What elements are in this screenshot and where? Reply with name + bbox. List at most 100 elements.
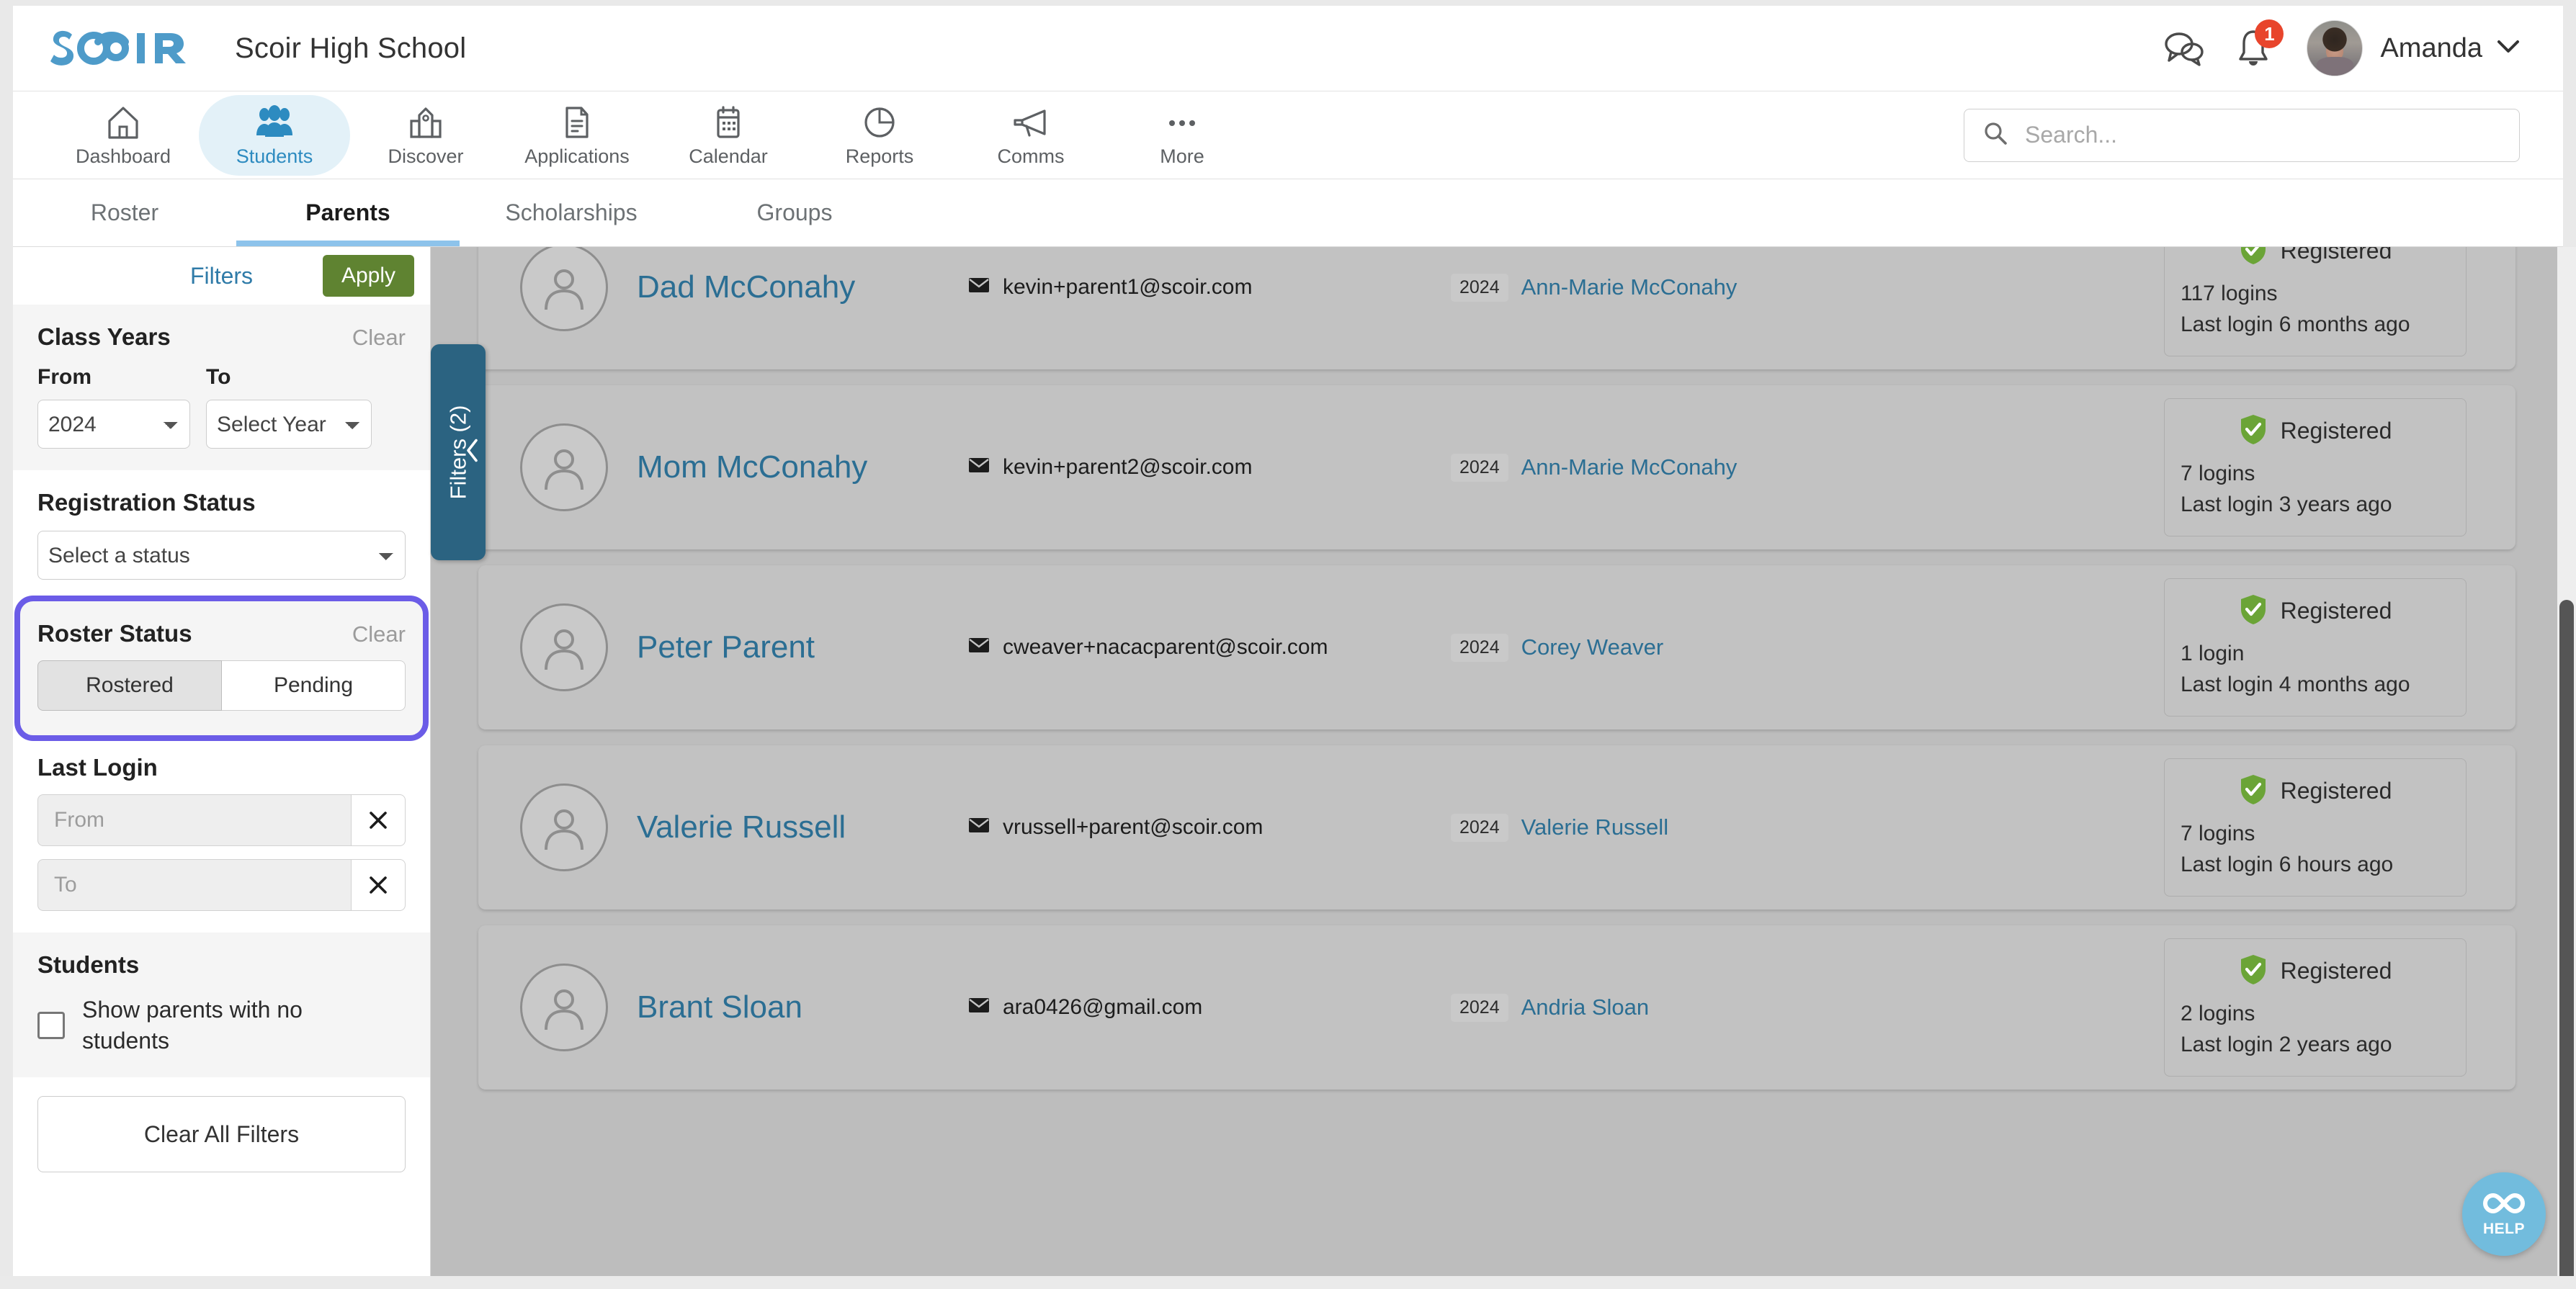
- tab-parents[interactable]: Parents: [236, 179, 460, 246]
- nav-item-applications[interactable]: Applications: [501, 95, 653, 176]
- scoir-logo[interactable]: [50, 27, 200, 69]
- vertical-scrollbar-thumb[interactable]: [2559, 600, 2574, 1289]
- parent-card[interactable]: Brant Sloan ara0426@gmail.com 2024 Andri…: [478, 925, 2515, 1090]
- last-login-to-input[interactable]: [37, 859, 351, 911]
- parent-name-link[interactable]: Dad McConahy: [637, 269, 939, 305]
- school-name: Scoir High School: [235, 32, 467, 64]
- registration-status-box: Registered 7 logins Last login 6 hours a…: [2164, 758, 2467, 897]
- nav-item-dashboard[interactable]: Dashboard: [48, 95, 199, 176]
- linked-student: 2024 Ann-Marie McConahy: [1451, 453, 1897, 482]
- nav-item-students[interactable]: Students: [199, 94, 350, 176]
- search-icon: [1983, 121, 2008, 149]
- registration-status-field: Select a status: [37, 531, 406, 580]
- from-label: From: [37, 365, 91, 389]
- show-parents-no-students-checkbox[interactable]: [37, 1011, 65, 1039]
- chevron-down-icon[interactable]: [2497, 40, 2520, 58]
- filter-section-roster-status: Roster Status Clear Rostered Pending: [14, 596, 429, 741]
- registration-status-select[interactable]: Select a status: [37, 531, 406, 580]
- shield-check-icon: [2239, 247, 2268, 269]
- status-label: Registered: [2280, 957, 2392, 984]
- email-text: kevin+parent2@scoir.com: [1003, 455, 1253, 479]
- nav-label: Dashboard: [75, 145, 171, 167]
- login-count: 7 logins: [2181, 461, 2255, 485]
- last-login-from-input[interactable]: [37, 794, 351, 846]
- student-name-link[interactable]: Valerie Russell: [1521, 814, 1668, 840]
- nav-label: Comms: [997, 145, 1065, 167]
- parent-email: cweaver+nacacparent@scoir.com: [968, 635, 1429, 660]
- email-icon: [968, 275, 990, 300]
- section-title: Last Login: [37, 754, 158, 781]
- section-header: Class Years Clear: [37, 323, 406, 351]
- linked-student: 2024 Corey Weaver: [1451, 633, 1897, 662]
- status-label: Registered: [2280, 597, 2392, 624]
- nav-item-calendar[interactable]: Calendar: [653, 95, 804, 176]
- class-year-to-select[interactable]: Select Year: [206, 400, 372, 449]
- nav-item-discover[interactable]: Discover: [350, 95, 501, 176]
- clear-all-filters-button[interactable]: Clear All Filters: [37, 1096, 406, 1173]
- nav-item-comms[interactable]: Comms: [955, 95, 1106, 176]
- nav-item-more[interactable]: More: [1106, 95, 1258, 176]
- class-year-fields: From 2024 To Select Year: [37, 365, 406, 449]
- tab-scholarships[interactable]: Scholarships: [460, 179, 683, 246]
- search-input[interactable]: [2025, 122, 2500, 148]
- filters-collapse-tab[interactable]: Filters (2): [431, 344, 486, 560]
- avatar: [520, 964, 608, 1051]
- close-x-icon[interactable]: [351, 794, 406, 846]
- parent-name-link[interactable]: Brant Sloan: [637, 989, 939, 1025]
- parent-name-link[interactable]: Mom McConahy: [637, 449, 939, 485]
- clear-class-years-link[interactable]: Clear: [352, 325, 406, 351]
- section-header: Last Login: [37, 754, 406, 781]
- horizontal-scrollbar-track[interactable]: [0, 1276, 2576, 1289]
- parent-name-link[interactable]: Valerie Russell: [637, 809, 939, 845]
- parents-list-panel[interactable]: Dad McConahy kevin+parent1@scoir.com 202…: [431, 247, 2563, 1276]
- status-badge: Registered: [2181, 593, 2450, 629]
- parent-name-link[interactable]: Peter Parent: [637, 629, 939, 665]
- scoir-wordmark-icon: [50, 30, 186, 66]
- parent-email: vrussell+parent@scoir.com: [968, 815, 1429, 840]
- last-login-to-row: [37, 859, 406, 911]
- show-parents-no-students-row[interactable]: Show parents with no students: [37, 994, 406, 1056]
- checkbox-label: Show parents with no students: [82, 997, 303, 1054]
- vertical-scrollbar-track[interactable]: [2557, 247, 2576, 1289]
- last-login-from-row: [37, 794, 406, 846]
- filter-section-class-years: Class Years Clear From 2024 To Select Ye…: [13, 305, 430, 470]
- parent-email: ara0426@gmail.com: [968, 995, 1429, 1020]
- roster-status-option-pending[interactable]: Pending: [222, 660, 406, 711]
- infinity-icon: [2482, 1191, 2526, 1219]
- class-year-from-select[interactable]: 2024: [37, 400, 190, 449]
- search-box[interactable]: [1964, 108, 2520, 162]
- linked-student: 2024 Valerie Russell: [1451, 813, 1897, 842]
- bell-icon[interactable]: 1: [2219, 14, 2288, 83]
- parent-card[interactable]: Valerie Russell vrussell+parent@scoir.co…: [478, 745, 2515, 910]
- chat-bubbles-icon[interactable]: [2150, 14, 2219, 83]
- status-label: Registered: [2280, 417, 2392, 444]
- parent-card[interactable]: Peter Parent cweaver+nacacparent@scoir.c…: [478, 565, 2515, 729]
- help-label: HELP: [2482, 1220, 2525, 1237]
- email-text: cweaver+nacacparent@scoir.com: [1003, 635, 1328, 659]
- student-name-link[interactable]: Ann-Marie McConahy: [1521, 274, 1738, 300]
- filters-header: Filters Apply: [13, 247, 430, 305]
- avatar[interactable]: [2307, 20, 2363, 76]
- help-button[interactable]: HELP: [2462, 1172, 2546, 1256]
- top-header-bar: Scoir High School 1 Amanda: [13, 6, 2563, 91]
- apply-filters-button[interactable]: Apply: [322, 255, 414, 297]
- parent-card[interactable]: Dad McConahy kevin+parent1@scoir.com 202…: [478, 247, 2515, 369]
- filters-sidebar: Filters Apply Class Years Clear From 202…: [13, 247, 431, 1276]
- class-year-from-group: From 2024: [37, 365, 190, 449]
- registration-status-box: Registered 117 logins Last login 6 month…: [2164, 247, 2467, 357]
- student-year-badge: 2024: [1451, 633, 1508, 662]
- student-name-link[interactable]: Andria Sloan: [1521, 994, 1650, 1020]
- nav-label: Students: [236, 145, 313, 167]
- shield-check-icon: [2239, 953, 2268, 989]
- roster-status-option-rostered[interactable]: Rostered: [37, 660, 222, 711]
- parent-card[interactable]: Mom McConahy kevin+parent2@scoir.com 202…: [478, 385, 2515, 549]
- tab-roster[interactable]: Roster: [13, 179, 236, 246]
- tab-groups[interactable]: Groups: [683, 179, 906, 246]
- close-x-icon[interactable]: [351, 859, 406, 911]
- nav-item-reports[interactable]: Reports: [804, 95, 955, 176]
- clear-roster-status-link[interactable]: Clear: [352, 621, 406, 647]
- student-name-link[interactable]: Corey Weaver: [1521, 634, 1664, 660]
- student-name-link[interactable]: Ann-Marie McConahy: [1521, 454, 1738, 480]
- email-icon: [968, 815, 990, 840]
- to-label: To: [206, 365, 231, 389]
